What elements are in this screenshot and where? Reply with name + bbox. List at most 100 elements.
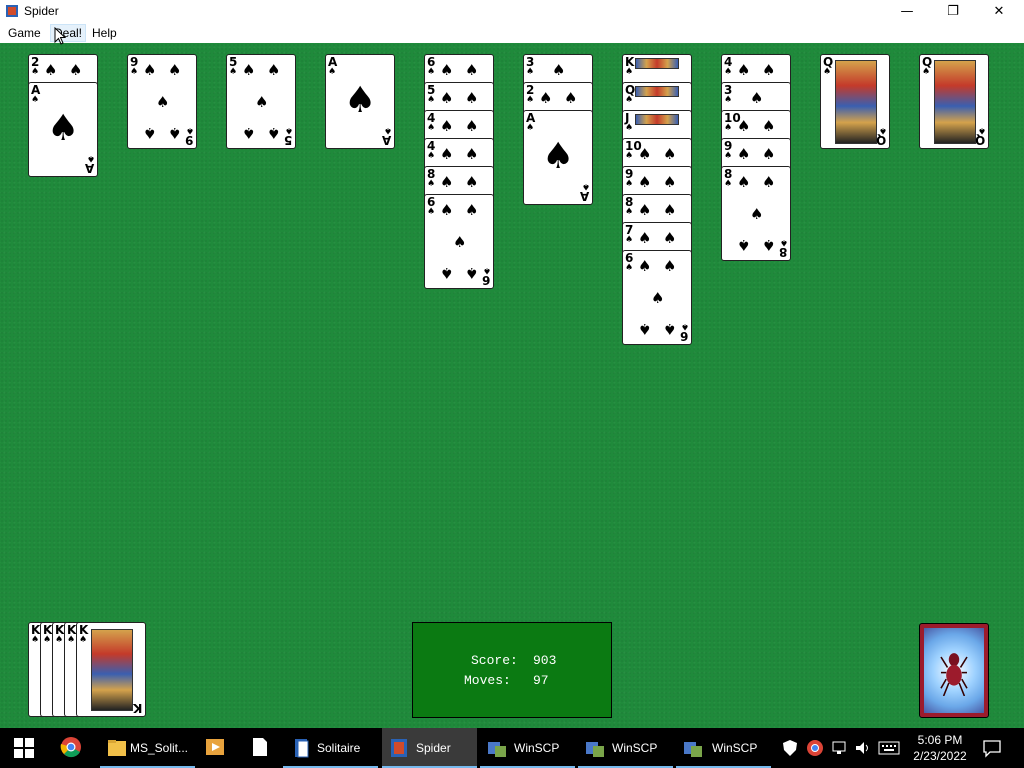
- card-back: [924, 628, 984, 713]
- document-icon[interactable]: [249, 736, 271, 758]
- card-suit-icon: ♠: [625, 123, 634, 133]
- taskbar-item-label: WinSCP: [612, 741, 658, 755]
- spade-pip-icon: ♠: [69, 61, 83, 79]
- card-5-of-spades[interactable]: 5 ♠ ♠ ♠ ♠ ♠ ♠ 5 ♠: [226, 54, 296, 149]
- card-suit-icon: ♠: [625, 207, 634, 217]
- card-9-of-spades[interactable]: 9 ♠ ♠ ♠ ♠ ♠ ♠ 9 ♠: [127, 54, 197, 149]
- spade-pip-icon: ♠: [156, 93, 170, 111]
- title-bar: Spider — ❐ ✕: [0, 0, 1024, 23]
- minimize-button[interactable]: —: [884, 0, 930, 23]
- card-suit-icon: ♠: [67, 635, 76, 645]
- spade-pip-icon: ♠: [440, 264, 454, 282]
- card-suit-icon: ♠: [229, 67, 238, 77]
- card-suit-icon: ♠: [625, 179, 634, 189]
- card-suit-icon: ♠: [31, 67, 40, 77]
- keyboard-icon[interactable]: [878, 740, 900, 756]
- card-suit-icon: ♠: [427, 123, 436, 133]
- spade-pip-icon: ♠: [638, 201, 652, 219]
- card-suit-icon: ♠: [526, 95, 535, 105]
- spider-app-icon: [391, 739, 407, 757]
- card-suit-icon-bottom: ♠: [86, 153, 95, 163]
- card-suit-icon-bottom: ♠: [680, 321, 689, 331]
- score-label: Score:: [471, 653, 518, 668]
- spade-pip-icon: ♠: [143, 124, 157, 142]
- spade-pip-icon: ♠: [465, 89, 479, 107]
- spade-pip-icon: ♠: [143, 61, 157, 79]
- network-icon[interactable]: [830, 739, 848, 757]
- stock-card-king-of-spades[interactable]: K ♠ K: [76, 622, 146, 717]
- spade-pip-icon: ♠: [47, 108, 80, 149]
- close-button[interactable]: ✕: [976, 0, 1022, 23]
- card-q-of-spades[interactable]: Q ♠ Q ♠: [820, 54, 890, 149]
- menu-help[interactable]: Help: [89, 25, 120, 41]
- taskbar-item-winscp-2[interactable]: WinSCP: [578, 728, 673, 768]
- taskbar-item-spider[interactable]: Spider: [382, 728, 477, 768]
- spade-pip-icon: ♠: [762, 173, 776, 191]
- spade-pip-icon: ♠: [267, 124, 281, 142]
- winscp-icon: [586, 742, 604, 757]
- card-6-of-spades[interactable]: 6 ♠ ♠ ♠ ♠ ♠ ♠ 6 ♠: [424, 194, 494, 289]
- spade-pip-icon: ♠: [542, 136, 575, 177]
- spade-pip-icon: ♠: [737, 173, 751, 191]
- spade-pip-icon: ♠: [539, 89, 553, 107]
- card-suit-icon-bottom: ♠: [482, 265, 491, 275]
- spade-pip-icon: ♠: [465, 117, 479, 135]
- menu-game[interactable]: Game: [5, 25, 44, 41]
- spade-pip-icon: ♠: [440, 201, 454, 219]
- spade-pip-icon: ♠: [465, 173, 479, 191]
- card-suit-icon: ♠: [526, 67, 535, 77]
- volume-icon[interactable]: [854, 739, 872, 757]
- spade-pip-icon: ♠: [737, 145, 751, 163]
- card-suit-icon: ♠: [625, 263, 634, 273]
- taskbar: MS_Solit... Solitaire Spider WinSCP WinS…: [0, 728, 1024, 768]
- spade-pip-icon: ♠: [737, 236, 751, 254]
- start-button-windows-icon[interactable]: [14, 738, 34, 758]
- card-q-of-spades[interactable]: Q ♠ Q ♠: [919, 54, 989, 149]
- window-title: Spider: [24, 4, 59, 18]
- spade-pip-icon: ♠: [638, 173, 652, 191]
- solitaire-icon: [295, 739, 309, 758]
- card-a-of-spades[interactable]: A ♠ ♠ A ♠: [523, 110, 593, 205]
- notifications-icon[interactable]: [982, 738, 1002, 758]
- card-rank-bottom: Q: [974, 133, 985, 147]
- card-suit-icon: ♠: [31, 635, 40, 645]
- card-a-of-spades[interactable]: A ♠ ♠ A ♠: [325, 54, 395, 149]
- card-face-art: [635, 86, 679, 97]
- spade-pip-icon: ♠: [663, 201, 677, 219]
- spade-pip-icon: ♠: [762, 117, 776, 135]
- taskbar-item-solitaire[interactable]: Solitaire: [283, 728, 378, 768]
- card-suit-icon: ♠: [625, 151, 634, 161]
- taskbar-item-label: WinSCP: [514, 741, 560, 755]
- spade-pip-icon: ♠: [168, 61, 182, 79]
- media-player-icon[interactable]: [204, 736, 226, 758]
- spade-pip-icon: ♠: [440, 145, 454, 163]
- card-suit-icon: ♠: [328, 67, 337, 77]
- spade-pip-icon: ♠: [564, 89, 578, 107]
- card-a-of-spades[interactable]: A ♠ ♠ A ♠: [28, 82, 98, 177]
- spade-pip-icon: ♠: [737, 117, 751, 135]
- spider-app-icon: [6, 5, 18, 17]
- spade-pip-icon: ♠: [344, 80, 377, 121]
- deal-pile[interactable]: [919, 623, 989, 718]
- clock-date: 2/23/2022: [913, 749, 967, 763]
- restore-button[interactable]: ❐: [930, 0, 976, 23]
- card-suit-icon: ♠: [55, 635, 64, 645]
- moves-label: Moves:: [464, 673, 511, 688]
- card-6-of-spades[interactable]: 6 ♠ ♠ ♠ ♠ ♠ ♠ 6 ♠: [622, 250, 692, 345]
- taskbar-item-explorer[interactable]: MS_Solit...: [100, 728, 195, 768]
- system-clock[interactable]: 5:06 PM 2/23/2022: [900, 732, 980, 764]
- chrome-tray-icon[interactable]: [806, 739, 824, 757]
- card-rank-bottom: A: [381, 133, 391, 147]
- chrome-icon[interactable]: [60, 736, 82, 758]
- taskbar-item-winscp-1[interactable]: WinSCP: [480, 728, 575, 768]
- card-suit-icon: ♠: [724, 123, 733, 133]
- score-value: 903: [533, 653, 557, 668]
- card-rank-bottom: Q: [875, 133, 886, 147]
- shield-tray-icon[interactable]: [781, 739, 799, 757]
- spade-pip-icon: ♠: [651, 289, 665, 307]
- taskbar-item-winscp-3[interactable]: WinSCP: [676, 728, 771, 768]
- card-suit-icon: ♠: [427, 207, 436, 217]
- card-rank-bottom: 6: [481, 273, 490, 287]
- card-8-of-spades[interactable]: 8 ♠ ♠ ♠ ♠ ♠ ♠ 8 ♠: [721, 166, 791, 261]
- card-suit-icon-bottom: ♠: [284, 125, 293, 135]
